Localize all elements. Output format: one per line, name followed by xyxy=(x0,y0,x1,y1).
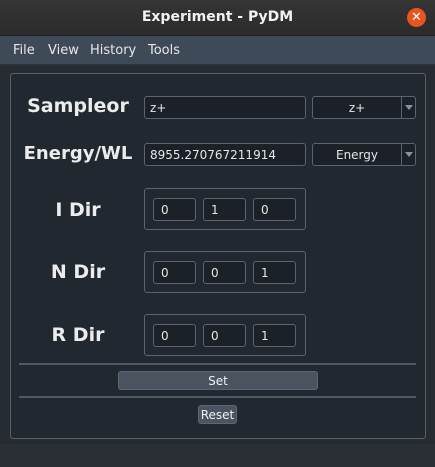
close-icon[interactable]: ✕ xyxy=(407,8,426,27)
n-dir-label: N Dir xyxy=(50,261,106,283)
i-dir-y-input[interactable]: 1 xyxy=(203,198,246,221)
chevron-down-icon xyxy=(401,97,415,118)
divider xyxy=(19,396,416,398)
menu-file[interactable]: File xyxy=(13,43,35,58)
r-dir-x-input[interactable]: 0 xyxy=(153,324,196,347)
energy-select-value: Energy xyxy=(335,147,378,162)
menu-bar: File View History Tools xyxy=(0,36,435,65)
menu-history[interactable]: History xyxy=(90,43,136,58)
divider xyxy=(19,363,416,365)
i-dir-label: I Dir xyxy=(55,199,101,221)
i-dir-x-input[interactable]: 0 xyxy=(153,198,196,221)
energy-select[interactable]: Energy xyxy=(312,143,416,166)
menu-view[interactable]: View xyxy=(48,43,79,58)
r-dir-z-input[interactable]: 1 xyxy=(253,324,296,347)
chevron-down-icon xyxy=(401,144,415,165)
window-title: Experiment - PyDM xyxy=(141,9,294,25)
energy-label: Energy/WL xyxy=(23,143,133,164)
n-dir-z-input[interactable]: 1 xyxy=(253,261,296,284)
r-dir-label: R Dir xyxy=(51,324,105,346)
status-bar xyxy=(0,444,435,467)
i-dir-z-input[interactable]: 0 xyxy=(253,198,296,221)
n-dir-x-input[interactable]: 0 xyxy=(153,261,196,284)
sampleor-input[interactable]: z+ xyxy=(144,96,306,119)
reset-button[interactable]: Reset xyxy=(198,405,237,424)
set-button[interactable]: Set xyxy=(118,371,318,390)
title-bar: Experiment - PyDM ✕ xyxy=(0,0,435,36)
sampleor-select[interactable]: z+ xyxy=(312,96,416,119)
r-dir-y-input[interactable]: 0 xyxy=(203,324,246,347)
n-dir-y-input[interactable]: 0 xyxy=(203,261,246,284)
menu-tools[interactable]: Tools xyxy=(148,43,180,58)
sampleor-select-value: z+ xyxy=(348,100,366,115)
sampleor-label: Sampleor xyxy=(27,95,129,117)
energy-input[interactable]: 8955.270767211914 xyxy=(144,143,306,166)
